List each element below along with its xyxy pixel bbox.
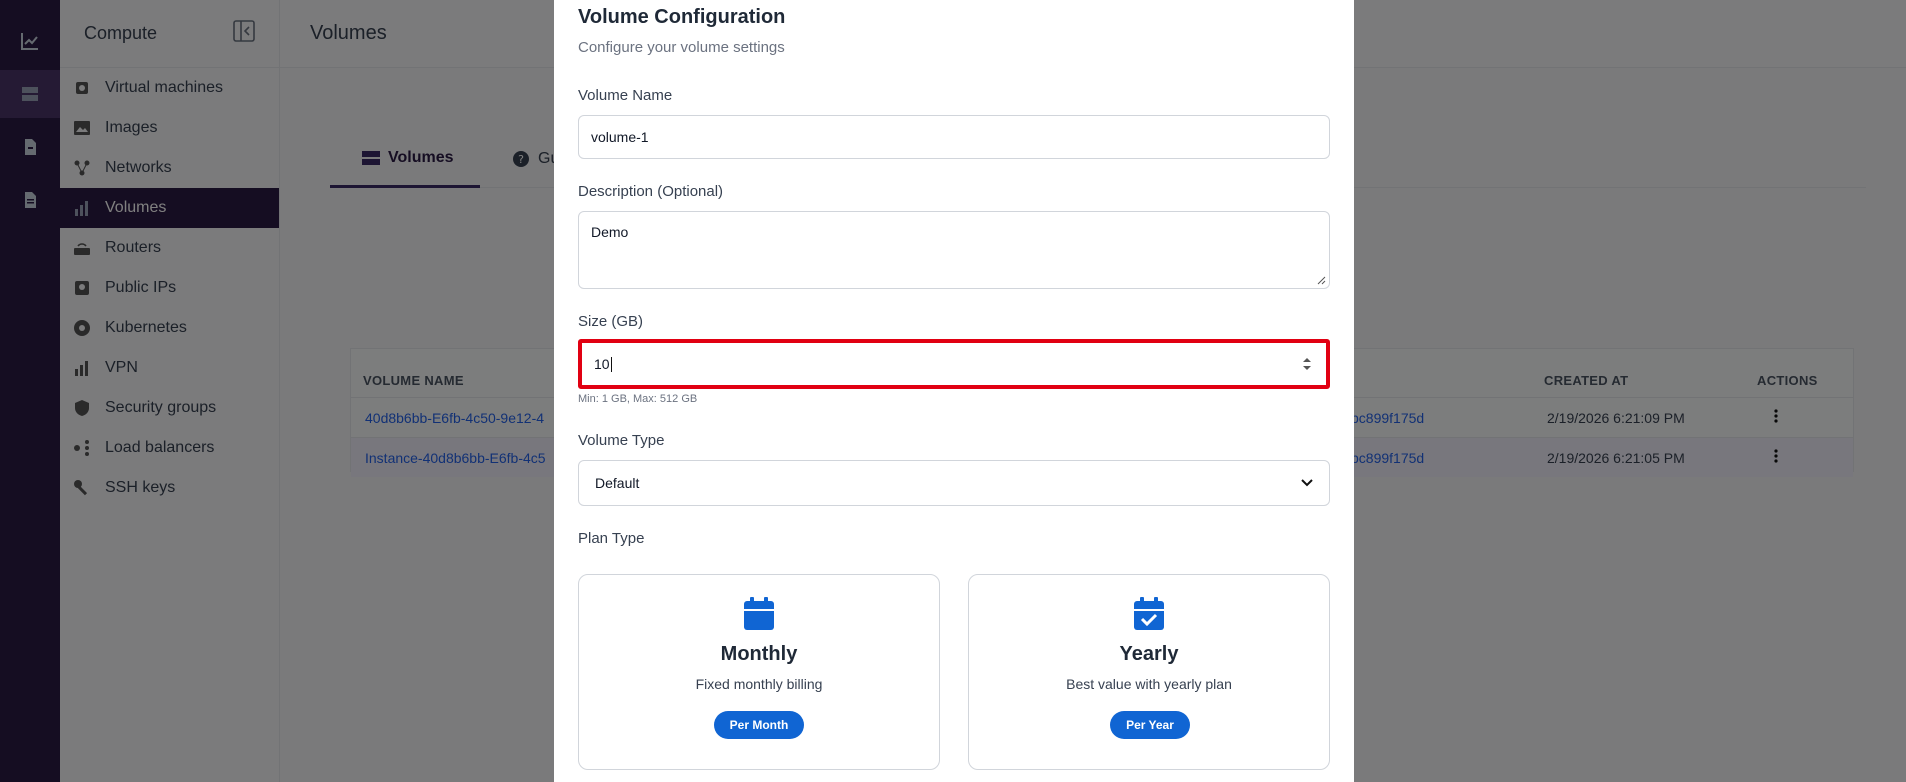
plan-card-monthly[interactable]: Monthly Fixed monthly billing Per Month: [578, 574, 940, 770]
dialog-subtitle: Configure your volume settings: [578, 39, 785, 56]
volume-name-value: volume-1: [591, 129, 649, 145]
plan-name: Yearly: [1119, 643, 1179, 665]
dialog-title: Volume Configuration: [578, 6, 786, 28]
plan-description: Fixed monthly billing: [695, 676, 823, 692]
volume-type-value: Default: [595, 475, 640, 491]
volume-type-label: Volume Type: [578, 432, 665, 449]
volume-name-input[interactable]: volume-1: [578, 115, 1330, 159]
per-year-button[interactable]: Per Year: [1110, 711, 1190, 739]
description-value: Demo: [591, 224, 629, 240]
size-value: 10: [594, 356, 610, 372]
description-label: Description (Optional): [578, 183, 724, 200]
size-hint: Min: 1 GB, Max: 512 GB: [578, 393, 698, 405]
plan-type-label: Plan Type: [578, 530, 645, 547]
size-input[interactable]: 10: [578, 339, 1330, 389]
volume-name-label: Volume Name: [578, 87, 673, 104]
volume-type-select[interactable]: Default: [578, 460, 1330, 506]
description-textarea[interactable]: Demo: [578, 211, 1330, 289]
plan-name: Monthly: [720, 643, 798, 665]
per-month-button[interactable]: Per Month: [714, 711, 804, 739]
chevron-down-icon: [1301, 479, 1313, 487]
calendar-icon: [744, 597, 774, 630]
size-label: Size (GB): [578, 313, 644, 330]
number-stepper-icon[interactable]: [1302, 356, 1312, 372]
plan-description: Best value with yearly plan: [1066, 676, 1232, 692]
text-cursor: [610, 356, 612, 372]
resize-handle-icon[interactable]: [1317, 276, 1326, 285]
volume-configuration-dialog: Volume Configuration Configure your volu…: [554, 0, 1354, 782]
plan-card-yearly[interactable]: Yearly Best value with yearly plan Per Y…: [968, 574, 1330, 770]
calendar-check-icon: [1134, 597, 1164, 630]
